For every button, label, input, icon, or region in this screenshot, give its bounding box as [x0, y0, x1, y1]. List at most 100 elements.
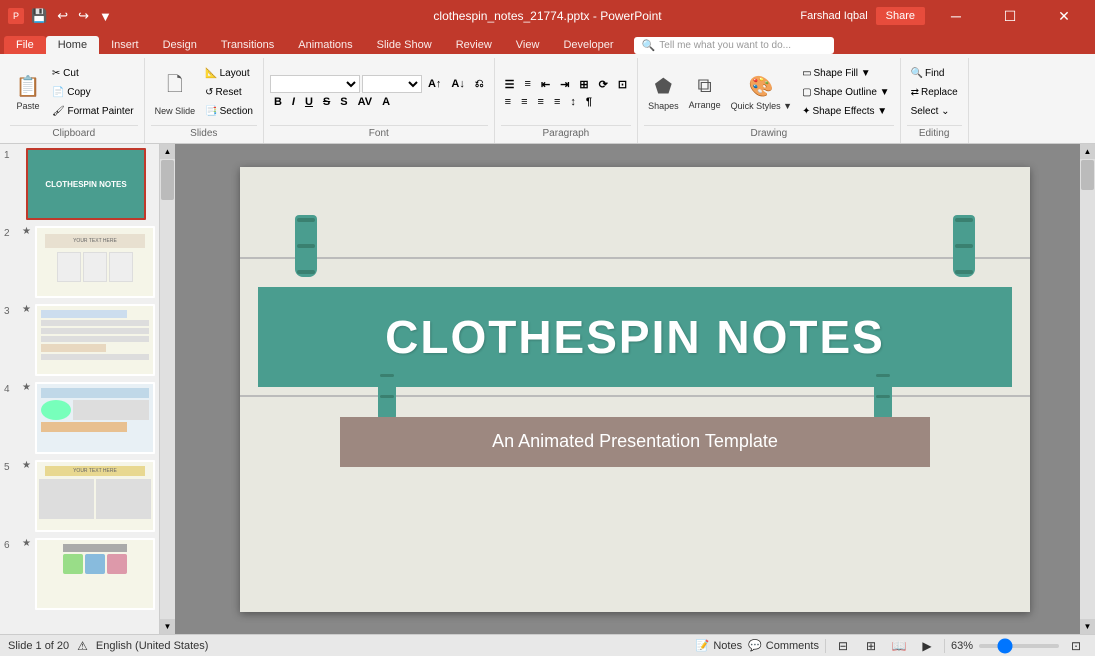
tab-file[interactable]: File — [4, 36, 46, 54]
slide-star-2: ★ — [22, 226, 31, 237]
font-content: A↑ A↓ ⎌ B I U S S AV A — [270, 60, 488, 125]
reading-view-button[interactable]: 📖 — [888, 637, 910, 655]
tab-animations[interactable]: Animations — [286, 36, 364, 54]
save-button[interactable]: 💾 — [28, 6, 50, 26]
slide-number-5: 5 — [4, 460, 18, 473]
minimize-button[interactable]: ─ — [933, 0, 979, 32]
tell-me-input[interactable]: Tell me what you want to do... — [659, 40, 791, 51]
bullets-button[interactable]: ☰ — [501, 76, 519, 93]
undo-button[interactable]: ↩ — [54, 6, 71, 26]
notes-button[interactable]: 📝 Notes — [696, 639, 742, 652]
cut-button[interactable]: ✂ Cut — [48, 65, 138, 83]
new-slide-button[interactable]: 🗋 New Slide — [151, 65, 200, 121]
underline-button[interactable]: U — [301, 94, 317, 110]
second-rope — [240, 395, 1030, 397]
font-family-select[interactable] — [270, 75, 360, 93]
editing-content: 🔍 Find ⇄ Replace Select ⌄ — [907, 60, 962, 125]
slideshow-view-button[interactable]: ▶ — [916, 637, 938, 655]
char-spacing-button[interactable]: AV — [354, 94, 376, 110]
paste-button[interactable]: 📋 Paste — [10, 65, 46, 121]
replace-button[interactable]: ⇄ Replace — [907, 84, 962, 102]
line-spacing-button[interactable]: ↕ — [566, 94, 580, 110]
copy-button[interactable]: 📄 Copy — [48, 84, 138, 102]
font-color-button[interactable]: A — [378, 94, 394, 110]
align-left-button[interactable]: ≡ — [501, 94, 515, 110]
shapes-icon: ⬟ — [655, 74, 672, 99]
align-row: ≡ ≡ ≡ ≡ ↕ ¶ — [501, 94, 631, 110]
clear-format-button[interactable]: ⎌ — [471, 76, 488, 93]
canvas-scroll-up[interactable]: ▲ — [1080, 144, 1095, 159]
layout-button[interactable]: 📐 Layout — [201, 65, 257, 83]
paragraph-options-button[interactable]: ¶ — [582, 94, 596, 110]
tab-transitions[interactable]: Transitions — [209, 36, 286, 54]
slide-sorter-button[interactable]: ⊞ — [860, 637, 882, 655]
slides-scrollbar[interactable]: ▲ ▼ — [160, 144, 175, 634]
shape-outline-button[interactable]: ▢ Shape Outline ▼ — [798, 84, 894, 102]
search-icon: 🔍 — [642, 39, 656, 52]
redo-button[interactable]: ↪ — [75, 6, 92, 26]
tab-insert[interactable]: Insert — [99, 36, 151, 54]
canvas-scroll-down[interactable]: ▼ — [1080, 619, 1095, 634]
numbering-button[interactable]: ≡ — [521, 76, 535, 92]
slides-group: 🗋 New Slide 📐 Layout ↺ Reset 📑 Section S… — [145, 58, 264, 143]
scroll-up-arrow[interactable]: ▲ — [160, 144, 175, 159]
shape-effects-button[interactable]: ✦ Shape Effects ▼ — [798, 103, 894, 121]
scroll-thumb[interactable] — [161, 160, 174, 200]
shapes-button[interactable]: ⬟ Shapes — [644, 65, 683, 121]
shape-fill-button[interactable]: ▭ Shape Fill ▼ — [798, 65, 894, 83]
canvas-scroll-thumb[interactable] — [1081, 160, 1094, 190]
zoom-slider[interactable] — [979, 644, 1059, 648]
fit-slide-button[interactable]: ⊡ — [1065, 637, 1087, 655]
canvas-scrollbar[interactable]: ▲ ▼ — [1080, 144, 1095, 634]
find-button[interactable]: 🔍 Find — [907, 65, 962, 83]
justify-button[interactable]: ≡ — [550, 94, 564, 110]
font-grow-button[interactable]: A↑ — [424, 76, 445, 92]
maximize-button[interactable]: ☐ — [987, 0, 1033, 32]
columns-button[interactable]: ⊞ — [575, 76, 592, 93]
tab-slideshow[interactable]: Slide Show — [365, 36, 444, 54]
share-button[interactable]: Share — [876, 7, 925, 25]
slide-thumbnail-6[interactable]: 6 ★ — [4, 538, 155, 610]
italic-button[interactable]: I — [288, 94, 299, 110]
slide-thumbnail-3[interactable]: 3 ★ — [4, 304, 155, 376]
font-label: Font — [270, 125, 488, 141]
tab-review[interactable]: Review — [444, 36, 504, 54]
select-button[interactable]: Select ⌄ — [907, 103, 962, 121]
list-row: ☰ ≡ ⇤ ⇥ ⊞ ⟳ ⊡ — [501, 76, 631, 93]
font-shrink-button[interactable]: A↓ — [447, 76, 468, 92]
tab-view[interactable]: View — [504, 36, 552, 54]
status-separator — [825, 639, 826, 653]
title-bar-left: P 💾 ↩ ↪ ▼ — [8, 6, 115, 26]
quick-styles-button[interactable]: 🎨 Quick Styles ▼ — [727, 65, 796, 121]
tab-home[interactable]: Home — [46, 36, 99, 54]
shadow-button[interactable]: S — [336, 94, 351, 110]
section-button[interactable]: 📑 Section — [201, 103, 257, 121]
slide-thumbnail-5[interactable]: 5 ★ YOUR TEXT HERE — [4, 460, 155, 532]
increase-indent-button[interactable]: ⇥ — [556, 76, 573, 93]
tab-design[interactable]: Design — [151, 36, 209, 54]
slide-thumbnail-4[interactable]: 4 ★ — [4, 382, 155, 454]
bold-button[interactable]: B — [270, 94, 286, 110]
align-center-button[interactable]: ≡ — [517, 94, 531, 110]
close-button[interactable]: ✕ — [1041, 0, 1087, 32]
text-direction-button[interactable]: ⟳ — [595, 76, 612, 93]
window-title: clothespin_notes_21774.pptx - PowerPoint — [433, 9, 661, 23]
customize-qa-button[interactable]: ▼ — [96, 7, 115, 26]
decrease-indent-button[interactable]: ⇤ — [537, 76, 554, 93]
font-size-select[interactable] — [362, 75, 422, 93]
format-painter-button[interactable]: 🖌 Format Painter — [48, 103, 138, 121]
tab-developer[interactable]: Developer — [551, 36, 625, 54]
normal-view-button[interactable]: ⊟ — [832, 637, 854, 655]
reset-button[interactable]: ↺ Reset — [201, 84, 257, 102]
title-bar: P 💾 ↩ ↪ ▼ clothespin_notes_21774.pptx - … — [0, 0, 1095, 32]
slide-thumbnail-2[interactable]: 2 ★ YOUR TEXT HERE — [4, 226, 155, 298]
strikethrough-button[interactable]: S — [319, 94, 334, 110]
comments-button[interactable]: 💬 Comments — [748, 639, 819, 652]
clothespin-clip-left-2 — [297, 244, 315, 248]
align-right-button[interactable]: ≡ — [534, 94, 548, 110]
user-name: Farshad Iqbal — [800, 10, 867, 22]
scroll-down-arrow[interactable]: ▼ — [160, 619, 175, 634]
slide-thumbnail-1[interactable]: 1 CLOTHESPIN NOTES — [4, 148, 155, 220]
arrange-button[interactable]: ⧉ Arrange — [685, 65, 725, 121]
smartart-button[interactable]: ⊡ — [614, 76, 631, 93]
